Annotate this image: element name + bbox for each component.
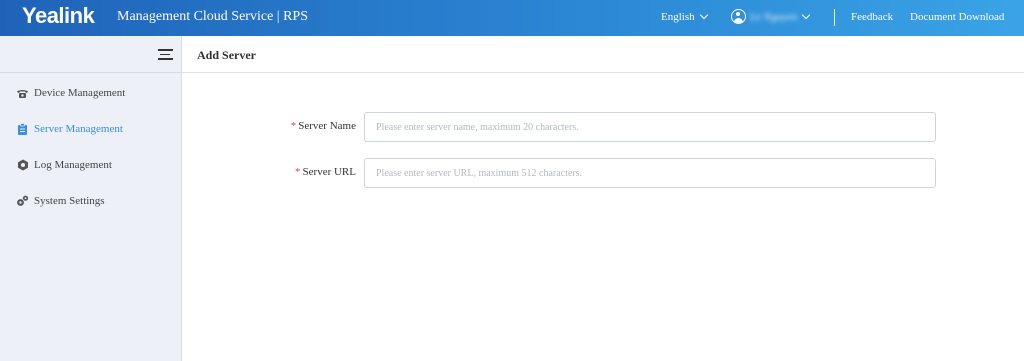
- feedback-link[interactable]: Feedback: [851, 11, 893, 23]
- top-header: Yealink Management Cloud Service | RPS E…: [0, 0, 1024, 36]
- sidebar-item-label: Device Management: [34, 87, 126, 99]
- language-selector[interactable]: English: [661, 10, 708, 23]
- username-label: Le Nguyen: [750, 10, 798, 23]
- sidebar-toggle-bar: [0, 36, 181, 73]
- document-download-link[interactable]: Document Download: [910, 11, 1004, 23]
- sidebar-item-label: Server Management: [34, 123, 123, 135]
- language-label: English: [661, 11, 695, 23]
- sidebar-item-log-management[interactable]: Log Management: [16, 157, 112, 173]
- menu-collapse-icon[interactable]: [158, 49, 173, 60]
- server-name-label: * Server Name: [236, 120, 356, 132]
- required-mark: *: [295, 166, 301, 178]
- page-title: Add Server: [197, 48, 256, 62]
- gears-icon: [16, 195, 29, 208]
- header-divider: [834, 9, 835, 26]
- sidebar-item-device-management[interactable]: Device Management: [16, 85, 125, 101]
- server-url-input[interactable]: [364, 158, 936, 188]
- required-mark: *: [290, 120, 297, 132]
- phone-icon: [16, 87, 29, 100]
- page-header: Add Server: [182, 36, 1024, 73]
- chevron-down-icon: [802, 10, 811, 19]
- sidebar-item-server-management[interactable]: Server Management: [16, 121, 123, 137]
- yealink-logo[interactable]: Yealink: [22, 3, 95, 29]
- user-menu[interactable]: Le Nguyen: [731, 9, 811, 24]
- hexagon-gear-icon: [16, 159, 29, 172]
- sidebar-item-label: Log Management: [34, 159, 112, 171]
- chevron-down-icon: [699, 10, 708, 20]
- sidebar: Device Management Server Management Log …: [0, 36, 182, 361]
- app-title: Management Cloud Service | RPS: [117, 9, 309, 24]
- server-url-label: * Server URL: [236, 166, 356, 178]
- server-name-input[interactable]: [364, 112, 936, 142]
- server-url-label-text: Server URL: [302, 166, 356, 178]
- user-avatar-icon: [731, 9, 746, 24]
- sidebar-item-label: System Settings: [34, 195, 105, 207]
- server-name-label-text: Server Name: [298, 120, 356, 132]
- clipboard-icon: [16, 123, 29, 136]
- sidebar-item-system-settings[interactable]: System Settings: [16, 193, 105, 209]
